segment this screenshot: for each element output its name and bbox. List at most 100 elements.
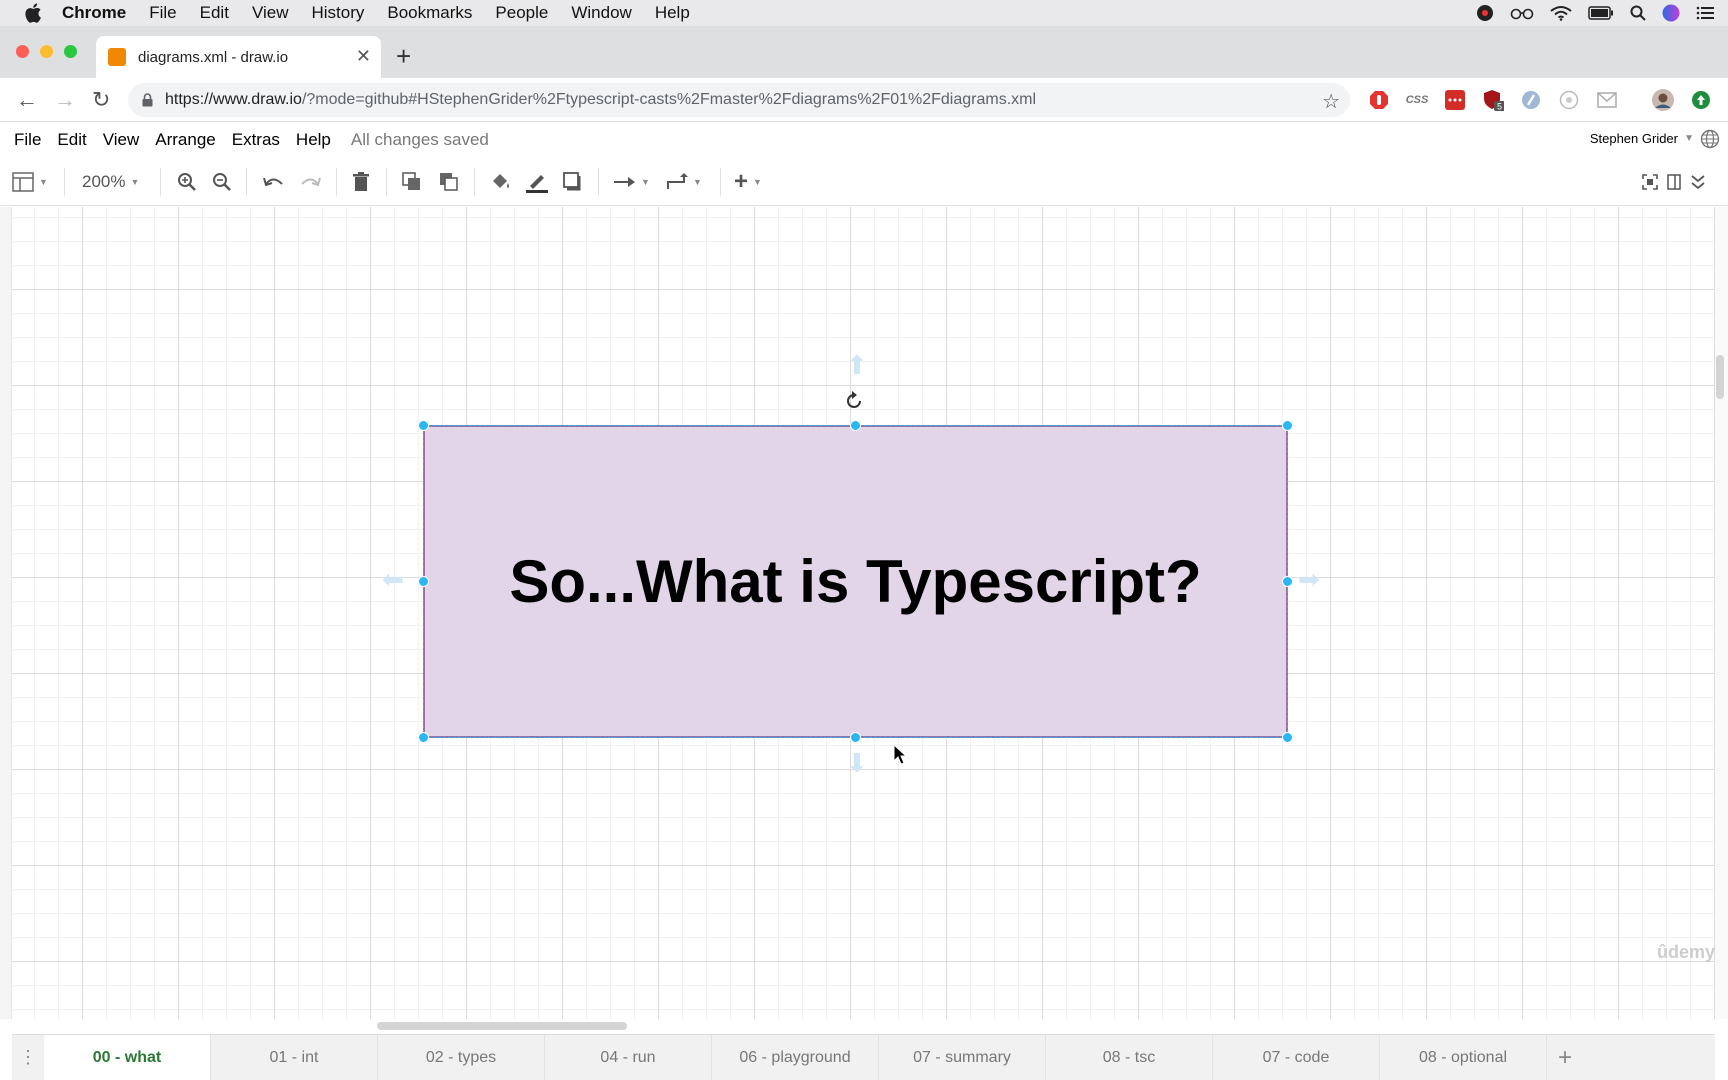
- css-extension-icon[interactable]: CSS: [1406, 89, 1429, 111]
- profile-avatar[interactable]: [1652, 89, 1674, 111]
- menu-history[interactable]: History: [311, 3, 364, 23]
- app-menu-help[interactable]: Help: [296, 130, 331, 150]
- redo-icon[interactable]: [300, 171, 322, 193]
- toolbar-separator: [474, 168, 475, 196]
- vertical-scrollbar[interactable]: [1715, 207, 1728, 1019]
- connection-icon[interactable]: ▼: [614, 171, 650, 193]
- diagram-shape[interactable]: So...What is Typescript?: [423, 425, 1288, 738]
- resize-handle-se[interactable]: [1282, 732, 1293, 743]
- menu-view[interactable]: View: [252, 3, 289, 23]
- clone-arrow-left-icon[interactable]: ⬅: [382, 564, 404, 595]
- app-menu-arrange[interactable]: Arrange: [155, 130, 215, 150]
- menu-people[interactable]: People: [495, 3, 548, 23]
- lastpass-extension-icon[interactable]: [1444, 89, 1466, 111]
- browser-tab-active[interactable]: diagrams.xml - draw.io ✕: [96, 36, 381, 78]
- close-tab-icon[interactable]: ✕: [356, 46, 371, 67]
- search-icon[interactable]: [1630, 5, 1646, 21]
- apple-icon[interactable]: [24, 3, 48, 23]
- menu-app-name[interactable]: Chrome: [62, 3, 126, 23]
- new-tab-icon[interactable]: +: [396, 43, 411, 69]
- shape-label[interactable]: So...What is Typescript?: [509, 547, 1201, 616]
- forward-icon[interactable]: →: [54, 87, 76, 113]
- adblock-extension-icon[interactable]: [1368, 89, 1390, 111]
- url-host: https://www.draw.io: [165, 91, 302, 108]
- rotate-handle-icon[interactable]: [843, 390, 865, 412]
- clone-arrow-right-icon[interactable]: ➡: [1298, 564, 1320, 595]
- fullscreen-icon[interactable]: [1642, 171, 1658, 193]
- add-page-icon[interactable]: +: [1547, 1035, 1583, 1080]
- page-tab-02-types[interactable]: 02 - types: [378, 1035, 545, 1080]
- toolbar-separator: [386, 168, 387, 196]
- clone-arrow-up-icon[interactable]: ⬆: [846, 350, 868, 381]
- line-color-icon[interactable]: [526, 171, 548, 193]
- reload-icon[interactable]: ↻: [92, 87, 110, 113]
- globe-icon[interactable]: [1700, 129, 1720, 154]
- fill-color-icon[interactable]: [490, 171, 512, 193]
- app-menu-view[interactable]: View: [103, 130, 140, 150]
- zoom-out-icon[interactable]: [212, 171, 232, 193]
- extension-icon-4[interactable]: [1520, 89, 1542, 111]
- gmail-extension-icon[interactable]: [1596, 89, 1618, 111]
- menu-bookmarks[interactable]: Bookmarks: [387, 3, 472, 23]
- zoom-dropdown[interactable]: 200% ▼: [82, 171, 139, 193]
- page-tab-00-what[interactable]: 00 - what: [44, 1035, 211, 1080]
- vertical-scroll-thumb[interactable]: [1716, 355, 1724, 399]
- menu-help[interactable]: Help: [655, 3, 690, 23]
- app-menu-extras[interactable]: Extras: [232, 130, 280, 150]
- resize-handle-n[interactable]: [850, 420, 861, 431]
- resize-handle-w[interactable]: [418, 576, 429, 587]
- collapse-icon[interactable]: [1691, 171, 1705, 193]
- app-menu-edit[interactable]: Edit: [57, 130, 86, 150]
- status-icons: [1476, 0, 1714, 26]
- resize-handle-sw[interactable]: [418, 732, 429, 743]
- extension-icon-5[interactable]: [1558, 89, 1580, 111]
- tab-title: diagrams.xml - draw.io: [138, 48, 289, 66]
- undo-icon[interactable]: [262, 171, 284, 193]
- maximize-window-icon[interactable]: [64, 45, 77, 58]
- battery-icon[interactable]: [1588, 6, 1614, 20]
- resize-handle-ne[interactable]: [1282, 420, 1293, 431]
- app-menu-file[interactable]: File: [14, 130, 41, 150]
- minimize-window-icon[interactable]: [40, 45, 53, 58]
- resize-handle-nw[interactable]: [418, 420, 429, 431]
- address-bar[interactable]: https://www.draw.io/?mode=github#HStephe…: [128, 83, 1350, 117]
- zoom-in-icon[interactable]: [177, 171, 197, 193]
- back-icon[interactable]: ←: [16, 87, 38, 113]
- wifi-icon[interactable]: [1550, 5, 1572, 21]
- close-window-icon[interactable]: [16, 45, 29, 58]
- chevron-down-icon[interactable]: ▼: [1684, 133, 1694, 144]
- page-tab-07-code[interactable]: 07 - code: [1213, 1035, 1380, 1080]
- menu-edit[interactable]: Edit: [200, 3, 229, 23]
- page-tab-06-playground[interactable]: 06 - playground: [712, 1035, 879, 1080]
- format-panel-icon[interactable]: ▼: [12, 171, 48, 193]
- screencast-icon[interactable]: [1476, 4, 1494, 22]
- pages-menu-icon[interactable]: ⋮: [12, 1035, 44, 1080]
- resize-handle-s[interactable]: [850, 732, 861, 743]
- resize-handle-e[interactable]: [1282, 576, 1293, 587]
- delete-icon[interactable]: [352, 171, 370, 193]
- waypoints-icon[interactable]: ▼: [666, 171, 702, 193]
- browser-tabstrip: diagrams.xml - draw.io ✕ +: [0, 26, 1728, 78]
- page-tab-08-tsc[interactable]: 08 - tsc: [1046, 1035, 1213, 1080]
- menu-file[interactable]: File: [149, 3, 176, 23]
- page-tab-01-int[interactable]: 01 - int: [211, 1035, 378, 1080]
- to-back-icon[interactable]: [439, 171, 459, 193]
- insert-icon[interactable]: + ▼: [734, 168, 762, 195]
- page-tab-04-run[interactable]: 04 - run: [545, 1035, 712, 1080]
- notification-center-icon[interactable]: [1696, 6, 1714, 20]
- update-icon[interactable]: [1690, 89, 1712, 111]
- toggle-panel-icon[interactable]: [1667, 171, 1681, 193]
- page-tab-08-optional[interactable]: 08 - optional: [1380, 1035, 1547, 1080]
- ublock-extension-icon[interactable]: 5: [1482, 89, 1504, 112]
- bookmark-star-icon[interactable]: ☆: [1322, 89, 1340, 114]
- menu-window[interactable]: Window: [571, 3, 631, 23]
- glasses-icon[interactable]: [1510, 6, 1534, 20]
- clone-arrow-down-icon[interactable]: ⬇: [846, 748, 868, 779]
- horizontal-scroll-thumb[interactable]: [377, 1022, 627, 1030]
- siri-icon[interactable]: [1662, 4, 1680, 22]
- left-gutter[interactable]: [0, 207, 12, 1019]
- to-front-icon[interactable]: [402, 171, 422, 193]
- shadow-icon[interactable]: [563, 171, 583, 193]
- page-tab-07-summary[interactable]: 07 - summary: [879, 1035, 1046, 1080]
- user-name[interactable]: Stephen Grider: [1590, 131, 1678, 146]
